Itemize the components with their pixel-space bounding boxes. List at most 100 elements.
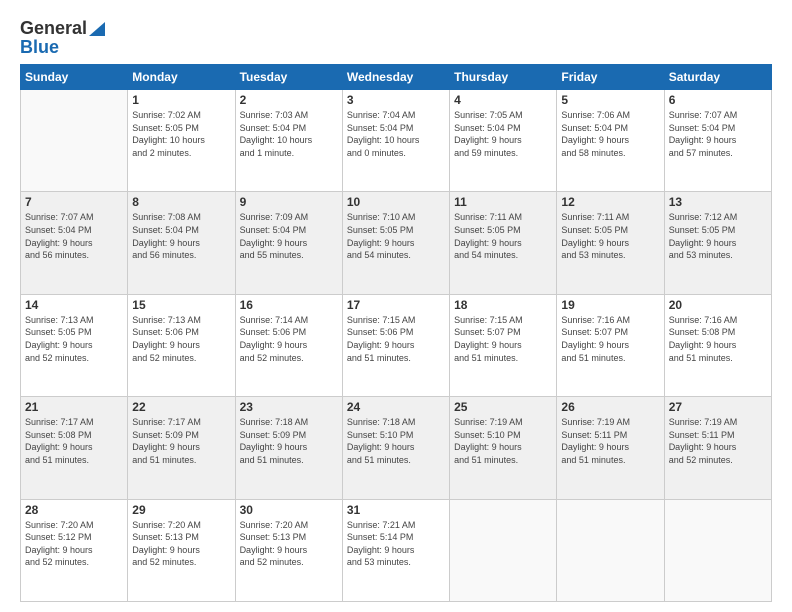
logo-blue-text: Blue — [20, 37, 59, 58]
calendar-cell: 10 Sunrise: 7:10 AM Sunset: 5:05 PM Dayli… — [342, 192, 449, 294]
day-number: 19 — [561, 298, 659, 312]
day-info: Sunrise: 7:18 AM Sunset: 5:10 PM Dayligh… — [347, 416, 445, 466]
calendar-cell — [557, 499, 664, 601]
day-number: 12 — [561, 195, 659, 209]
weekday-header-monday: Monday — [128, 65, 235, 90]
calendar-week-row: 21 Sunrise: 7:17 AM Sunset: 5:08 PM Dayli… — [21, 397, 772, 499]
weekday-header-tuesday: Tuesday — [235, 65, 342, 90]
calendar-cell: 20 Sunrise: 7:16 AM Sunset: 5:08 PM Dayli… — [664, 294, 771, 396]
day-info: Sunrise: 7:20 AM Sunset: 5:13 PM Dayligh… — [132, 519, 230, 569]
day-info: Sunrise: 7:20 AM Sunset: 5:12 PM Dayligh… — [25, 519, 123, 569]
day-info: Sunrise: 7:14 AM Sunset: 5:06 PM Dayligh… — [240, 314, 338, 364]
calendar-cell: 22Sunrise: 7:17 AM Sunset: 5:09 PM Dayli… — [128, 397, 235, 499]
calendar-cell: 11 Sunrise: 7:11 AM Sunset: 5:05 PM Dayli… — [450, 192, 557, 294]
weekday-header-saturday: Saturday — [664, 65, 771, 90]
calendar-cell: 8 Sunrise: 7:08 AM Sunset: 5:04 PM Daylig… — [128, 192, 235, 294]
weekday-header-thursday: Thursday — [450, 65, 557, 90]
day-info: Sunrise: 7:17 AM Sunset: 5:08 PM Dayligh… — [25, 416, 123, 466]
day-info: Sunrise: 7:07 AM Sunset: 5:04 PM Dayligh… — [25, 211, 123, 261]
day-number: 14 — [25, 298, 123, 312]
calendar-cell: 23Sunrise: 7:18 AM Sunset: 5:09 PM Dayli… — [235, 397, 342, 499]
calendar-cell: 6 Sunrise: 7:07 AM Sunset: 5:04 PM Daylig… — [664, 90, 771, 192]
day-info: Sunrise: 7:08 AM Sunset: 5:04 PM Dayligh… — [132, 211, 230, 261]
calendar-cell: 31 Sunrise: 7:21 AM Sunset: 5:14 PM Dayli… — [342, 499, 449, 601]
day-number: 16 — [240, 298, 338, 312]
day-info: Sunrise: 7:15 AM Sunset: 5:07 PM Dayligh… — [454, 314, 552, 364]
calendar-cell: 28 Sunrise: 7:20 AM Sunset: 5:12 PM Dayli… — [21, 499, 128, 601]
day-info: Sunrise: 7:12 AM Sunset: 5:05 PM Dayligh… — [669, 211, 767, 261]
day-number: 26 — [561, 400, 659, 414]
day-info: Sunrise: 7:04 AM Sunset: 5:04 PM Dayligh… — [347, 109, 445, 159]
logo-general-text: General — [20, 18, 87, 39]
calendar-cell: 30 Sunrise: 7:20 AM Sunset: 5:13 PM Dayli… — [235, 499, 342, 601]
calendar-cell: 9Sunrise: 7:09 AM Sunset: 5:04 PM Daylig… — [235, 192, 342, 294]
day-number: 15 — [132, 298, 230, 312]
calendar-cell — [21, 90, 128, 192]
day-number: 13 — [669, 195, 767, 209]
day-number: 6 — [669, 93, 767, 107]
calendar-cell: 17 Sunrise: 7:15 AM Sunset: 5:06 PM Dayli… — [342, 294, 449, 396]
day-number: 22 — [132, 400, 230, 414]
day-info: Sunrise: 7:15 AM Sunset: 5:06 PM Dayligh… — [347, 314, 445, 364]
day-info: Sunrise: 7:20 AM Sunset: 5:13 PM Dayligh… — [240, 519, 338, 569]
calendar-cell: 25 Sunrise: 7:19 AM Sunset: 5:10 PM Dayli… — [450, 397, 557, 499]
day-info: Sunrise: 7:16 AM Sunset: 5:07 PM Dayligh… — [561, 314, 659, 364]
day-info: Sunrise: 7:11 AM Sunset: 5:05 PM Dayligh… — [454, 211, 552, 261]
logo-arrow-icon — [89, 22, 105, 36]
logo: General Blue — [20, 18, 105, 58]
calendar-cell: 29 Sunrise: 7:20 AM Sunset: 5:13 PM Dayli… — [128, 499, 235, 601]
day-info: Sunrise: 7:10 AM Sunset: 5:05 PM Dayligh… — [347, 211, 445, 261]
day-info: Sunrise: 7:13 AM Sunset: 5:05 PM Dayligh… — [25, 314, 123, 364]
day-number: 4 — [454, 93, 552, 107]
calendar-cell: 3 Sunrise: 7:04 AM Sunset: 5:04 PM Daylig… — [342, 90, 449, 192]
day-number: 25 — [454, 400, 552, 414]
day-info: Sunrise: 7:19 AM Sunset: 5:11 PM Dayligh… — [561, 416, 659, 466]
day-number: 28 — [25, 503, 123, 517]
day-number: 5 — [561, 93, 659, 107]
day-number: 31 — [347, 503, 445, 517]
calendar-cell: 12 Sunrise: 7:11 AM Sunset: 5:05 PM Dayli… — [557, 192, 664, 294]
calendar-cell: 26 Sunrise: 7:19 AM Sunset: 5:11 PM Dayli… — [557, 397, 664, 499]
day-info: Sunrise: 7:21 AM Sunset: 5:14 PM Dayligh… — [347, 519, 445, 569]
day-info: Sunrise: 7:19 AM Sunset: 5:10 PM Dayligh… — [454, 416, 552, 466]
day-info: Sunrise: 7:07 AM Sunset: 5:04 PM Dayligh… — [669, 109, 767, 159]
day-number: 21 — [25, 400, 123, 414]
day-info: Sunrise: 7:11 AM Sunset: 5:05 PM Dayligh… — [561, 211, 659, 261]
day-info: Sunrise: 7:02 AM Sunset: 5:05 PM Dayligh… — [132, 109, 230, 159]
calendar-week-row: 7Sunrise: 7:07 AM Sunset: 5:04 PM Daylig… — [21, 192, 772, 294]
calendar-week-row: 14 Sunrise: 7:13 AM Sunset: 5:05 PM Dayli… — [21, 294, 772, 396]
calendar-week-row: 28 Sunrise: 7:20 AM Sunset: 5:12 PM Dayli… — [21, 499, 772, 601]
day-number: 9 — [240, 195, 338, 209]
day-number: 29 — [132, 503, 230, 517]
day-number: 17 — [347, 298, 445, 312]
day-number: 11 — [454, 195, 552, 209]
day-number: 30 — [240, 503, 338, 517]
calendar-cell: 21 Sunrise: 7:17 AM Sunset: 5:08 PM Dayli… — [21, 397, 128, 499]
calendar-cell: 15Sunrise: 7:13 AM Sunset: 5:06 PM Dayli… — [128, 294, 235, 396]
calendar-cell: 14 Sunrise: 7:13 AM Sunset: 5:05 PM Dayli… — [21, 294, 128, 396]
calendar-cell — [664, 499, 771, 601]
calendar-cell: 5Sunrise: 7:06 AM Sunset: 5:04 PM Daylig… — [557, 90, 664, 192]
calendar-cell: 7Sunrise: 7:07 AM Sunset: 5:04 PM Daylig… — [21, 192, 128, 294]
day-number: 24 — [347, 400, 445, 414]
day-number: 20 — [669, 298, 767, 312]
day-info: Sunrise: 7:05 AM Sunset: 5:04 PM Dayligh… — [454, 109, 552, 159]
calendar-cell: 19 Sunrise: 7:16 AM Sunset: 5:07 PM Dayli… — [557, 294, 664, 396]
day-info: Sunrise: 7:03 AM Sunset: 5:04 PM Dayligh… — [240, 109, 338, 159]
day-number: 8 — [132, 195, 230, 209]
day-number: 10 — [347, 195, 445, 209]
calendar-cell: 18 Sunrise: 7:15 AM Sunset: 5:07 PM Dayli… — [450, 294, 557, 396]
weekday-header-wednesday: Wednesday — [342, 65, 449, 90]
day-number: 2 — [240, 93, 338, 107]
calendar-cell: 2 Sunrise: 7:03 AM Sunset: 5:04 PM Daylig… — [235, 90, 342, 192]
day-info: Sunrise: 7:16 AM Sunset: 5:08 PM Dayligh… — [669, 314, 767, 364]
calendar-cell: 27Sunrise: 7:19 AM Sunset: 5:11 PM Dayli… — [664, 397, 771, 499]
day-number: 23 — [240, 400, 338, 414]
calendar-cell: 16 Sunrise: 7:14 AM Sunset: 5:06 PM Dayli… — [235, 294, 342, 396]
day-info: Sunrise: 7:19 AM Sunset: 5:11 PM Dayligh… — [669, 416, 767, 466]
day-number: 1 — [132, 93, 230, 107]
day-number: 18 — [454, 298, 552, 312]
calendar-table: SundayMondayTuesdayWednesdayThursdayFrid… — [20, 64, 772, 602]
day-number: 3 — [347, 93, 445, 107]
page: General Blue SundayMondayTuesdayWednesda… — [0, 0, 792, 612]
